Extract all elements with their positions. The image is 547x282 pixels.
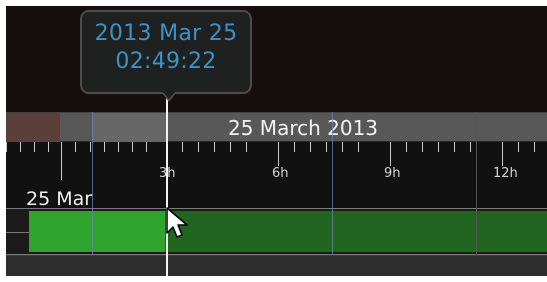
time-cursor-line[interactable] [166, 96, 168, 276]
footer-bar [6, 255, 547, 276]
timeline-screenshot: 2013 Mar 25 02:49:22 25 March 2013 6h 9h… [0, 0, 547, 282]
minor-tick [132, 142, 133, 152]
hour-label-6h: 6h [272, 166, 289, 181]
minor-tick [518, 142, 519, 152]
minor-tick [48, 142, 49, 152]
previous-day-block [6, 113, 60, 143]
grid-line [92, 112, 93, 257]
minor-tick [422, 142, 423, 152]
minor-tick [198, 142, 199, 152]
day-tick [61, 142, 62, 180]
hour-label-9h: 9h [384, 166, 401, 181]
minor-tick [406, 142, 407, 152]
minor-tick [75, 142, 76, 152]
minor-tick [146, 142, 147, 152]
minor-tick [470, 142, 471, 152]
minor-tick [326, 142, 327, 152]
timeline-viewer: 2013 Mar 25 02:49:22 25 March 2013 6h 9h… [6, 6, 547, 276]
tooltip-time: 02:49:22 [115, 49, 217, 74]
minor-tick [118, 142, 119, 152]
minor-tick [182, 142, 183, 152]
date-band[interactable]: 25 March 2013 [6, 112, 547, 143]
played-track-segment[interactable] [29, 211, 165, 252]
minor-tick [534, 142, 535, 152]
minor-tick [310, 142, 311, 152]
minor-tick [230, 142, 231, 152]
hour-label-12h: 12h [493, 166, 518, 181]
grid-line [476, 112, 477, 257]
lane-separator [6, 208, 547, 209]
upcoming-track-segment[interactable] [165, 211, 547, 252]
hour-tick [390, 142, 391, 166]
day-label: 25 Mar [26, 188, 93, 210]
minor-tick [246, 142, 247, 152]
minor-tick [454, 142, 455, 152]
minor-tick [294, 142, 295, 152]
time-scale[interactable]: 3h 6h 9h 12h 25 Mar [6, 142, 547, 210]
minor-tick [342, 142, 343, 152]
minor-tick [214, 142, 215, 152]
mouse-pointer-icon [166, 207, 188, 238]
tooltip-date: 2013 Mar 25 [94, 21, 238, 46]
hour-tick [502, 142, 503, 166]
grid-line [332, 112, 333, 257]
minor-tick [20, 142, 21, 152]
date-band-label: 25 March 2013 [228, 116, 379, 140]
minor-tick [358, 142, 359, 152]
time-tooltip: 2013 Mar 25 02:49:22 [80, 10, 252, 102]
minor-tick [104, 142, 105, 152]
minor-tick [34, 142, 35, 152]
hour-tick [278, 142, 279, 166]
track-lanes[interactable] [6, 208, 547, 255]
minor-tick [90, 142, 91, 152]
minor-tick [438, 142, 439, 152]
minor-tick [6, 142, 7, 152]
highlighted-range [92, 113, 166, 143]
